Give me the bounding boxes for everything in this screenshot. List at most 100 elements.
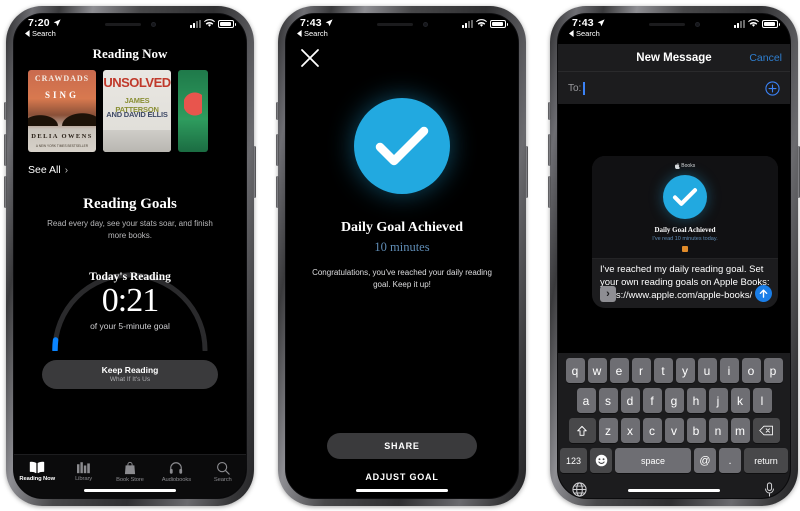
search-icon <box>216 461 230 475</box>
key-l[interactable]: l <box>752 388 772 413</box>
goal-minutes: 10 minutes <box>374 240 430 254</box>
card-brand-label: Books <box>681 163 696 169</box>
numbers-key[interactable]: 123 <box>560 448 587 473</box>
key-p[interactable]: p <box>763 358 783 383</box>
backspace-icon <box>758 425 773 436</box>
volume-down-button[interactable] <box>276 176 279 208</box>
shift-key[interactable] <box>568 418 596 443</box>
share-button[interactable]: SHARE <box>327 433 477 459</box>
volume-down-button[interactable] <box>548 176 551 208</box>
phone-reading-now: 7:20 Search Reading Now CRAWDADS DELIA O… <box>4 6 256 506</box>
key-b[interactable]: b <box>686 418 706 443</box>
expand-apps-button[interactable]: › <box>600 286 616 303</box>
mute-switch[interactable] <box>276 102 279 120</box>
period-key[interactable]: . <box>719 448 741 473</box>
virtual-keyboard[interactable]: q w e r t y u i o p a s d f g h j k l z … <box>558 353 790 498</box>
cover-art <box>184 76 202 146</box>
key-s[interactable]: s <box>598 388 618 413</box>
recipient-row[interactable]: To: <box>558 72 790 104</box>
tab-book-store[interactable]: Book Store <box>107 461 153 483</box>
adjust-goal-button[interactable]: ADJUST GOAL <box>286 472 518 482</box>
key-w[interactable]: w <box>587 358 607 383</box>
key-e[interactable]: e <box>609 358 629 383</box>
key-h[interactable]: h <box>686 388 706 413</box>
page-title: Reading Now <box>92 46 168 61</box>
see-all-link[interactable]: See All › <box>14 152 246 176</box>
text-cursor <box>583 81 585 95</box>
status-back-link[interactable]: Search <box>25 29 56 38</box>
key-x[interactable]: x <box>620 418 640 443</box>
cancel-button[interactable]: Cancel <box>749 52 782 64</box>
earpiece-speaker <box>104 22 141 26</box>
key-i[interactable]: i <box>719 358 739 383</box>
dictation-key[interactable] <box>763 482 776 497</box>
add-contact-button[interactable] <box>765 80 780 96</box>
status-time: 7:43 <box>572 17 594 29</box>
key-v[interactable]: v <box>664 418 684 443</box>
key-u[interactable]: u <box>697 358 717 383</box>
tab-label: Search <box>213 476 232 483</box>
at-key[interactable]: @ <box>694 448 716 473</box>
volume-up-button[interactable] <box>548 134 551 166</box>
rich-link-card[interactable]: Books Daily Goal Achieved I've read 10 m… <box>592 156 778 259</box>
mute-switch[interactable] <box>548 102 551 120</box>
key-k[interactable]: k <box>730 388 750 413</box>
cellular-signal-icon <box>462 19 473 28</box>
outgoing-message[interactable]: Books Daily Goal Achieved I've read 10 m… <box>592 156 778 309</box>
front-camera-icon <box>694 21 700 27</box>
nav-bar: New Message Cancel <box>558 44 790 72</box>
return-key[interactable]: return <box>744 448 788 473</box>
book-cover-partial[interactable] <box>178 70 208 152</box>
cover-band <box>103 130 171 152</box>
shift-icon <box>577 425 587 436</box>
tab-reading-now[interactable]: Reading Now <box>14 461 60 482</box>
message-bubble[interactable]: Books Daily Goal Achieved I've read 10 m… <box>592 156 778 309</box>
home-indicator[interactable] <box>84 488 176 492</box>
tab-library[interactable]: Library <box>61 461 107 482</box>
key-q[interactable]: q <box>565 358 585 383</box>
tab-search[interactable]: Search <box>200 461 246 483</box>
goal-body-text: Congratulations, you've reached your dai… <box>312 268 492 289</box>
status-back-link[interactable]: Search <box>569 29 600 38</box>
book-covers-carousel[interactable]: CRAWDADS SING DELIA OWENS A NEW YORK TIM… <box>14 62 246 152</box>
key-d[interactable]: d <box>620 388 640 413</box>
status-back-link[interactable]: Search <box>297 29 328 38</box>
globe-key[interactable] <box>572 482 587 497</box>
cellular-signal-icon <box>190 19 201 28</box>
wifi-icon <box>476 19 487 27</box>
key-a[interactable]: a <box>576 388 596 413</box>
volume-up-button[interactable] <box>4 134 7 166</box>
tab-audiobooks[interactable]: Audiobooks <box>153 461 199 483</box>
key-j[interactable]: j <box>708 388 728 413</box>
status-back-label: Search <box>32 29 56 38</box>
key-r[interactable]: r <box>631 358 651 383</box>
space-key[interactable]: space <box>615 448 691 473</box>
keep-reading-button[interactable]: Keep Reading What If It's Us <box>42 360 218 390</box>
key-t[interactable]: t <box>653 358 673 383</box>
key-g[interactable]: g <box>664 388 684 413</box>
power-button[interactable] <box>525 146 528 198</box>
wifi-icon <box>204 19 215 27</box>
book-cover-crawdads[interactable]: CRAWDADS SING DELIA OWENS A NEW YORK TIM… <box>28 70 96 152</box>
close-button[interactable] <box>300 48 320 68</box>
mute-switch[interactable] <box>4 102 7 120</box>
book-cover-unsolved[interactable]: UNSOLVED JAMES PATTERSON AND DAVID ELLIS <box>103 70 171 152</box>
power-button[interactable] <box>253 146 256 198</box>
key-c[interactable]: c <box>642 418 662 443</box>
battery-icon <box>490 19 508 28</box>
home-indicator[interactable] <box>356 488 448 492</box>
emoji-key[interactable] <box>590 448 612 473</box>
key-m[interactable]: m <box>730 418 750 443</box>
key-o[interactable]: o <box>741 358 761 383</box>
cover-author: DELIA OWENS <box>31 133 93 140</box>
home-indicator[interactable] <box>628 488 720 492</box>
status-time: 7:43 <box>300 17 322 29</box>
volume-down-button[interactable] <box>4 176 7 208</box>
key-f[interactable]: f <box>642 388 662 413</box>
volume-up-button[interactable] <box>276 134 279 166</box>
notch <box>350 14 454 34</box>
key-n[interactable]: n <box>708 418 728 443</box>
key-z[interactable]: z <box>598 418 618 443</box>
key-y[interactable]: y <box>675 358 695 383</box>
backspace-key[interactable] <box>752 418 780 443</box>
